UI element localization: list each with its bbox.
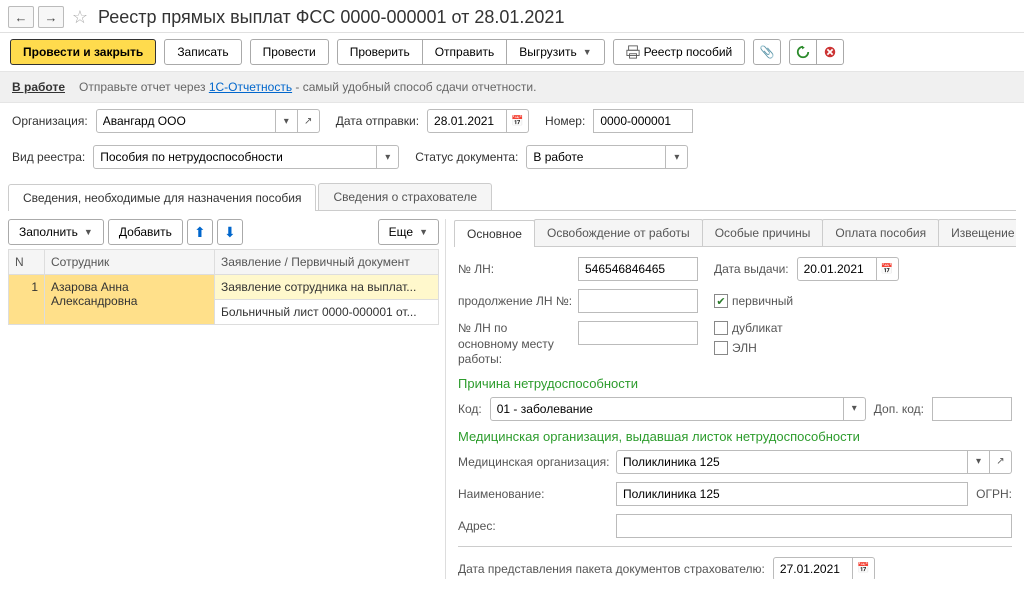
reg-type-field[interactable] — [93, 145, 377, 169]
more-button[interactable]: Еще ▼ — [378, 219, 439, 245]
arrow-up-icon: ⬆ — [194, 224, 206, 241]
close-icon — [823, 45, 837, 59]
addr-label: Адрес: — [458, 519, 608, 533]
tab-insurer-info[interactable]: Сведения о страхователе — [318, 183, 492, 210]
move-down-button[interactable]: ⬇ — [217, 219, 243, 245]
subtab-fss-notice[interactable]: Извещение из ФСС / От — [938, 219, 1016, 246]
col-employee: Сотрудник — [45, 250, 215, 275]
issue-date-label: Дата выдачи: — [714, 262, 789, 276]
write-button[interactable]: Записать — [164, 39, 241, 65]
fill-button[interactable]: Заполнить ▼ — [8, 219, 104, 245]
employees-table: N Сотрудник Заявление / Первичный докуме… — [8, 249, 439, 325]
med-org-open-icon[interactable]: ↗ — [990, 450, 1012, 474]
med-org-field[interactable] — [616, 450, 968, 474]
move-up-button[interactable]: ⬆ — [187, 219, 213, 245]
registry-button[interactable]: Реестр пособий — [613, 39, 746, 65]
cont-ln-field[interactable] — [578, 289, 698, 313]
ln-label: № ЛН: — [458, 262, 570, 276]
cancel-button[interactable] — [816, 39, 844, 65]
status-label[interactable]: В работе — [12, 80, 65, 94]
subtab-special[interactable]: Особые причины — [702, 219, 824, 246]
send-date-field[interactable] — [427, 109, 507, 133]
reason-header: Причина нетрудоспособности — [458, 376, 1012, 391]
name-label: Наименование: — [458, 487, 608, 501]
main-place-label: № ЛН по основному месту работы: — [458, 321, 570, 368]
post-and-close-button[interactable]: Провести и закрыть — [10, 39, 156, 65]
med-org-label: Медицинская организация: — [458, 455, 608, 469]
chevron-down-icon: ▼ — [583, 47, 592, 57]
code-label: Код: — [458, 402, 482, 416]
subtab-main[interactable]: Основное — [454, 220, 535, 247]
status-text: Отправьте отчет через 1С-Отчетность - са… — [79, 80, 536, 94]
send-button[interactable]: Отправить — [422, 39, 508, 65]
add-button[interactable]: Добавить — [108, 219, 183, 245]
check-button[interactable]: Проверить — [337, 39, 423, 65]
primary-checkbox[interactable]: ✔ первичный — [714, 294, 793, 308]
eln-checkbox[interactable]: ЭЛН — [714, 341, 783, 355]
pack-date-field[interactable] — [773, 557, 853, 579]
subtab-release[interactable]: Освобождение от работы — [534, 219, 703, 246]
calendar-icon[interactable]: 📅 — [853, 557, 875, 579]
cont-ln-label: продолжение ЛН №: — [458, 294, 570, 308]
org-select-icon[interactable]: ▾ — [276, 109, 298, 133]
chevron-down-icon: ▼ — [84, 227, 93, 237]
checkbox-icon — [714, 321, 728, 335]
star-icon[interactable]: ☆ — [70, 7, 90, 27]
doc-status-select-icon[interactable]: ▾ — [666, 145, 688, 169]
pack-date-label: Дата представления пакета документов стр… — [458, 562, 765, 576]
post-button[interactable]: Провести — [250, 39, 329, 65]
code-select-icon[interactable]: ▾ — [844, 397, 866, 421]
send-date-label: Дата отправки: — [336, 114, 419, 128]
table-row[interactable]: 1 Азарова Анна Александровна Заявление с… — [9, 275, 439, 300]
page-title: Реестр прямых выплат ФСС 0000-000001 от … — [98, 7, 564, 28]
number-label: Номер: — [545, 114, 585, 128]
code-field[interactable] — [490, 397, 844, 421]
reg-type-label: Вид реестра: — [12, 150, 85, 164]
refresh-icon — [796, 45, 810, 59]
arrow-down-icon: ⬇ — [224, 224, 236, 241]
org-open-icon[interactable]: ↗ — [298, 109, 320, 133]
checkbox-icon: ✔ — [714, 294, 728, 308]
add-code-field[interactable] — [932, 397, 1012, 421]
col-n: N — [9, 250, 45, 275]
number-field[interactable] — [593, 109, 693, 133]
med-org-select-icon[interactable]: ▾ — [968, 450, 990, 474]
checkbox-icon — [714, 341, 728, 355]
name-field[interactable] — [616, 482, 968, 506]
main-place-field[interactable] — [578, 321, 698, 345]
addr-field[interactable] — [616, 514, 1012, 538]
attach-button[interactable]: 📎 — [753, 39, 781, 65]
med-org-header: Медицинская организация, выдавшая листок… — [458, 429, 1012, 444]
export-button[interactable]: Выгрузить ▼ — [506, 39, 604, 65]
back-button[interactable]: ← — [8, 6, 34, 28]
doc-status-label: Статус документа: — [415, 150, 518, 164]
chevron-down-icon: ▼ — [419, 227, 428, 237]
org-field[interactable] — [96, 109, 276, 133]
duplicate-checkbox[interactable]: дубликат — [714, 321, 783, 335]
doc-status-field[interactable] — [526, 145, 666, 169]
print-icon — [626, 45, 640, 59]
subtab-payment[interactable]: Оплата пособия — [822, 219, 939, 246]
reg-type-select-icon[interactable]: ▾ — [377, 145, 399, 169]
col-document: Заявление / Первичный документ — [215, 250, 439, 275]
reporting-link[interactable]: 1С-Отчетность — [209, 80, 292, 94]
paperclip-icon: 📎 — [760, 45, 775, 59]
calendar-icon[interactable]: 📅 — [877, 257, 899, 281]
add-code-label: Доп. код: — [874, 402, 924, 416]
issue-date-field[interactable] — [797, 257, 877, 281]
ogrn-label: ОГРН: — [976, 487, 1012, 501]
org-label: Организация: — [12, 114, 88, 128]
refresh-button[interactable] — [789, 39, 817, 65]
forward-button[interactable]: → — [38, 6, 64, 28]
tab-required-info[interactable]: Сведения, необходимые для назначения пос… — [8, 184, 316, 211]
calendar-icon[interactable]: 📅 — [507, 109, 529, 133]
ln-field[interactable] — [578, 257, 698, 281]
